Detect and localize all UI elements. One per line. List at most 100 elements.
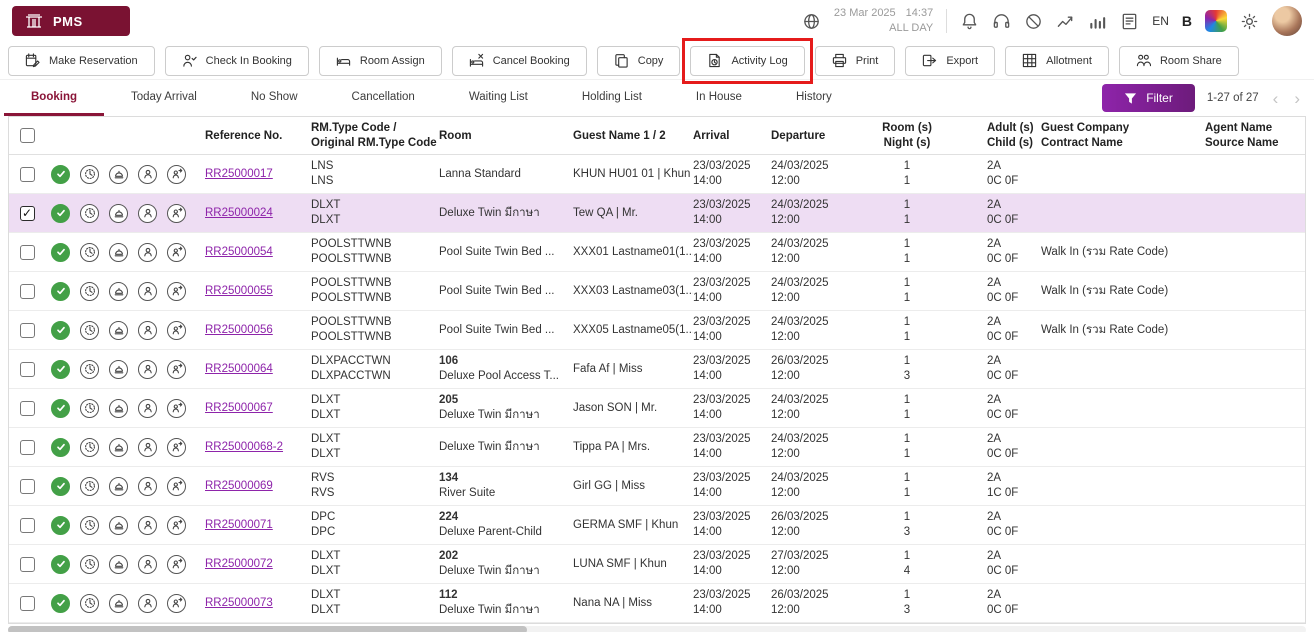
confirmed-status-icon[interactable] xyxy=(51,204,70,223)
guest-service-bell-icon[interactable] xyxy=(109,516,128,535)
confirmed-status-icon[interactable] xyxy=(51,594,70,613)
row-checkbox[interactable] xyxy=(20,362,35,377)
guest-transfer-icon[interactable] xyxy=(167,438,186,457)
confirmed-status-icon[interactable] xyxy=(51,477,70,496)
print-button[interactable]: Print xyxy=(815,46,896,76)
guest-profile-icon[interactable] xyxy=(138,282,157,301)
table-row[interactable]: RR25000055 POOLSTTWNBPOOLSTTWNB Pool Sui… xyxy=(9,272,1305,311)
report-form-icon[interactable] xyxy=(1120,12,1139,31)
scrollbar-thumb[interactable] xyxy=(8,626,527,632)
horizontal-scrollbar[interactable] xyxy=(8,626,1306,632)
table-row[interactable]: RR25000054 POOLSTTWNBPOOLSTTWNB Pool Sui… xyxy=(9,233,1305,272)
guest-service-bell-icon[interactable] xyxy=(109,243,128,262)
bar-chart-icon[interactable] xyxy=(1088,12,1107,31)
guest-profile-icon[interactable] xyxy=(138,360,157,379)
tab-history[interactable]: History xyxy=(769,80,859,116)
confirmed-status-icon[interactable] xyxy=(51,438,70,457)
tab-waiting-list[interactable]: Waiting List xyxy=(442,80,555,116)
time-status-icon[interactable] xyxy=(80,438,99,457)
row-checkbox[interactable] xyxy=(20,323,35,338)
reference-link[interactable]: RR25000067 xyxy=(205,402,273,414)
row-checkbox[interactable] xyxy=(20,206,35,221)
copy-button[interactable]: Copy xyxy=(597,46,681,76)
time-status-icon[interactable] xyxy=(80,399,99,418)
allotment-button[interactable]: Allotment xyxy=(1005,46,1109,76)
guest-profile-icon[interactable] xyxy=(138,321,157,340)
table-row[interactable]: RR25000017 LNSLNS Lanna Standard KHUN HU… xyxy=(9,155,1305,194)
language-selector[interactable]: EN xyxy=(1152,14,1169,28)
reference-link[interactable]: RR25000073 xyxy=(205,597,273,609)
time-status-icon[interactable] xyxy=(80,204,99,223)
guest-transfer-icon[interactable] xyxy=(167,360,186,379)
line-chart-icon[interactable] xyxy=(1056,12,1075,31)
confirmed-status-icon[interactable] xyxy=(51,321,70,340)
row-checkbox[interactable] xyxy=(20,557,35,572)
table-row[interactable]: RR25000068-2 DLXTDLXT Deluxe Twin มีกาษา… xyxy=(9,428,1305,467)
tab-holding-list[interactable]: Holding List xyxy=(555,80,669,116)
time-status-icon[interactable] xyxy=(80,477,99,496)
select-all-checkbox[interactable] xyxy=(20,128,35,143)
next-page-button[interactable]: › xyxy=(1292,90,1302,107)
tab-in-house[interactable]: In House xyxy=(669,80,769,116)
guest-profile-icon[interactable] xyxy=(138,165,157,184)
guest-profile-icon[interactable] xyxy=(138,594,157,613)
app-logo[interactable]: PMS xyxy=(12,6,130,36)
guest-service-bell-icon[interactable] xyxy=(109,594,128,613)
tab-today-arrival[interactable]: Today Arrival xyxy=(104,80,224,116)
time-status-icon[interactable] xyxy=(80,360,99,379)
guest-profile-icon[interactable] xyxy=(138,204,157,223)
time-status-icon[interactable] xyxy=(80,282,99,301)
guest-profile-icon[interactable] xyxy=(138,555,157,574)
reference-link[interactable]: RR25000054 xyxy=(205,246,273,258)
table-row[interactable]: RR25000064 DLXPACCTWNDLXPACCTWN 106Delux… xyxy=(9,350,1305,389)
activity-log-button[interactable]: Activity Log xyxy=(690,46,804,76)
row-checkbox[interactable] xyxy=(20,167,35,182)
confirmed-status-icon[interactable] xyxy=(51,165,70,184)
row-checkbox[interactable] xyxy=(20,596,35,611)
filter-button[interactable]: Filter xyxy=(1102,84,1195,112)
guest-service-bell-icon[interactable] xyxy=(109,204,128,223)
notification-bell-icon[interactable] xyxy=(960,12,979,31)
row-checkbox[interactable] xyxy=(20,245,35,260)
tab-booking[interactable]: Booking xyxy=(4,80,104,116)
guest-profile-icon[interactable] xyxy=(138,438,157,457)
row-checkbox[interactable] xyxy=(20,479,35,494)
guest-transfer-icon[interactable] xyxy=(167,594,186,613)
guest-transfer-icon[interactable] xyxy=(167,282,186,301)
settings-gear-icon[interactable] xyxy=(1240,12,1259,31)
time-status-icon[interactable] xyxy=(80,243,99,262)
row-checkbox[interactable] xyxy=(20,401,35,416)
export-button[interactable]: Export xyxy=(905,46,995,76)
guest-service-bell-icon[interactable] xyxy=(109,282,128,301)
guest-transfer-icon[interactable] xyxy=(167,243,186,262)
table-row[interactable]: RR25000024 DLXTDLXT Deluxe Twin มีกาษา T… xyxy=(9,194,1305,233)
property-selector[interactable]: B xyxy=(1182,13,1192,29)
row-checkbox[interactable] xyxy=(20,284,35,299)
guest-service-bell-icon[interactable] xyxy=(109,321,128,340)
do-not-disturb-icon[interactable] xyxy=(1024,12,1043,31)
tab-no-show[interactable]: No Show xyxy=(224,80,325,116)
confirmed-status-icon[interactable] xyxy=(51,555,70,574)
headset-support-icon[interactable] xyxy=(992,12,1011,31)
tab-cancellation[interactable]: Cancellation xyxy=(325,80,442,116)
guest-transfer-icon[interactable] xyxy=(167,204,186,223)
time-status-icon[interactable] xyxy=(80,165,99,184)
time-status-icon[interactable] xyxy=(80,594,99,613)
time-status-icon[interactable] xyxy=(80,321,99,340)
reference-link[interactable]: RR25000069 xyxy=(205,480,273,492)
confirmed-status-icon[interactable] xyxy=(51,399,70,418)
row-checkbox[interactable] xyxy=(20,440,35,455)
table-row[interactable]: RR25000073 DLXTDLXT 112Deluxe Twin มีกาษ… xyxy=(9,584,1305,623)
row-checkbox[interactable] xyxy=(20,518,35,533)
make-reservation-button[interactable]: Make Reservation xyxy=(8,46,155,76)
guest-service-bell-icon[interactable] xyxy=(109,477,128,496)
reference-link[interactable]: RR25000024 xyxy=(205,207,273,219)
user-avatar[interactable] xyxy=(1272,6,1302,36)
reference-link[interactable]: RR25000017 xyxy=(205,168,273,180)
guest-profile-icon[interactable] xyxy=(138,477,157,496)
cancel-booking-button[interactable]: Cancel Booking xyxy=(452,46,587,76)
room-assign-button[interactable]: Room Assign xyxy=(319,46,442,76)
guest-service-bell-icon[interactable] xyxy=(109,360,128,379)
guest-service-bell-icon[interactable] xyxy=(109,555,128,574)
guest-transfer-icon[interactable] xyxy=(167,477,186,496)
